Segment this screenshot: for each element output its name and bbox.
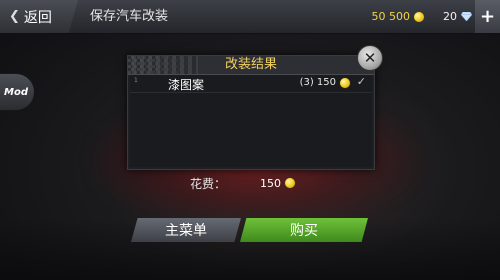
gem-balance: 20 <box>436 0 472 33</box>
modification-result-dialog: 改装结果 1 漆图案 (3) 150 ✓ <box>127 55 375 170</box>
item-price: (3) 150 <box>300 77 350 88</box>
item-price-value: (3) 150 <box>299 77 336 88</box>
close-button[interactable]: ✕ <box>357 45 383 71</box>
coin-icon <box>340 77 350 88</box>
cost-amount: 150 <box>260 176 281 190</box>
checkmark-icon: ✓ <box>356 75 366 88</box>
diamond-icon <box>461 12 472 21</box>
gem-amount: 20 <box>443 10 457 23</box>
coin-icon <box>285 178 295 188</box>
coin-amount: 50 500 <box>371 10 411 23</box>
dialog-header: 改装结果 <box>128 56 374 75</box>
page-title: 保存汽车改装 <box>90 9 169 24</box>
buy-button[interactable]: 购买 <box>240 218 368 242</box>
cost-value: 150 <box>260 174 295 192</box>
add-currency-button[interactable]: + <box>475 0 500 33</box>
coin-balance: 50 500 <box>344 0 424 33</box>
list-item[interactable]: 1 漆图案 (3) 150 ✓ <box>130 75 372 93</box>
item-label: 漆图案 <box>168 78 205 92</box>
dialog-title: 改装结果 <box>224 57 277 72</box>
modification-list: 1 漆图案 (3) 150 ✓ <box>130 75 372 167</box>
cost-label: 花费： <box>190 176 227 191</box>
coin-icon <box>414 11 424 22</box>
item-index: 1 <box>134 77 138 84</box>
back-button[interactable]: ❮ 返回 <box>0 0 78 33</box>
main-menu-button[interactable]: 主菜单 <box>131 218 241 242</box>
back-button-label: 返回 <box>23 9 52 26</box>
top-bar: ❮ 返回 保存汽车改装 50 500 20 + <box>0 0 500 34</box>
chevron-left-icon: ❮ <box>9 9 20 24</box>
mod-button[interactable]: Mod <box>0 73 35 111</box>
